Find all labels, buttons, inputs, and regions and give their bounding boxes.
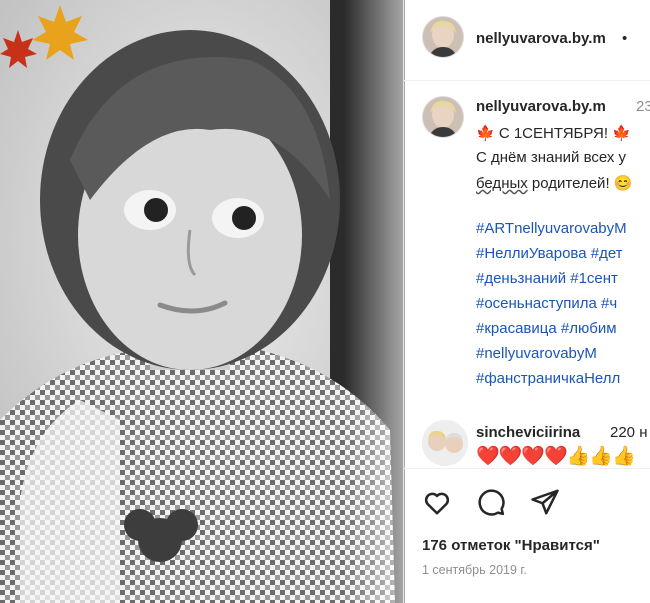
post-actions: 176 отметок "Нравится" 1 сентябрь 2019 г… [404,468,650,589]
likes-count[interactable]: 176 отметок "Нравится" [422,537,600,554]
caption-time: 23 [636,98,650,115]
heart-icon[interactable] [422,487,452,517]
caption-line-1: 🍁 С 1СЕНТЯБРЯ! 🍁 [476,125,631,142]
post-photo[interactable] [0,0,405,603]
caption-avatar[interactable] [422,96,464,138]
caption-line-3-word: бедных [476,175,528,192]
caption-line-2: С днём знаний всех у [476,149,627,166]
comment-username[interactable]: sincheviciirina [476,424,580,441]
comment-avatar-image [422,420,468,466]
hashtag-line-1[interactable]: #ARTnellyuvarovabyM [476,220,627,237]
hashtag-line-5[interactable]: #красавица #любим [476,320,617,337]
post-date[interactable]: 1 сентябрь 2019 г. [422,563,527,577]
post-photo-image [0,0,405,603]
caption-avatar-image [423,97,463,137]
comment-avatar[interactable] [422,420,468,466]
post-details-panel: nellyuvarova.by.m • nellyuvarova.by.m 23… [404,0,650,603]
hashtag-line-6[interactable]: #nellyuvarovabyM [476,345,597,362]
caption-line-3-rest: родителей! 😊 [527,175,633,192]
header-username[interactable]: nellyuvarova.by.m [476,30,606,47]
caption-username[interactable]: nellyuvarova.by.m [476,98,606,115]
hashtag-line-3[interactable]: #деньзнаний #1сент [476,270,618,287]
maple-leaf-icon [0,5,88,68]
post-header: nellyuvarova.by.m • [404,0,650,81]
avatar[interactable] [422,16,464,58]
avatar-image [423,17,463,57]
comment-time: 220 н [610,424,648,441]
hashtag-line-7[interactable]: #фанстраничкаНелл [476,370,620,387]
comment-icon[interactable] [476,487,506,517]
hashtag-line-4[interactable]: #осеньнаступила #ч [476,295,617,312]
comment-text: ❤️❤️❤️❤️👍👍👍 [476,446,636,467]
hashtag-line-2[interactable]: #НеллиУварова #дет [476,245,623,262]
header-dot: • [622,30,628,47]
caption-line-3: бедных родителей! 😊 [476,174,632,192]
share-icon[interactable] [530,487,560,517]
